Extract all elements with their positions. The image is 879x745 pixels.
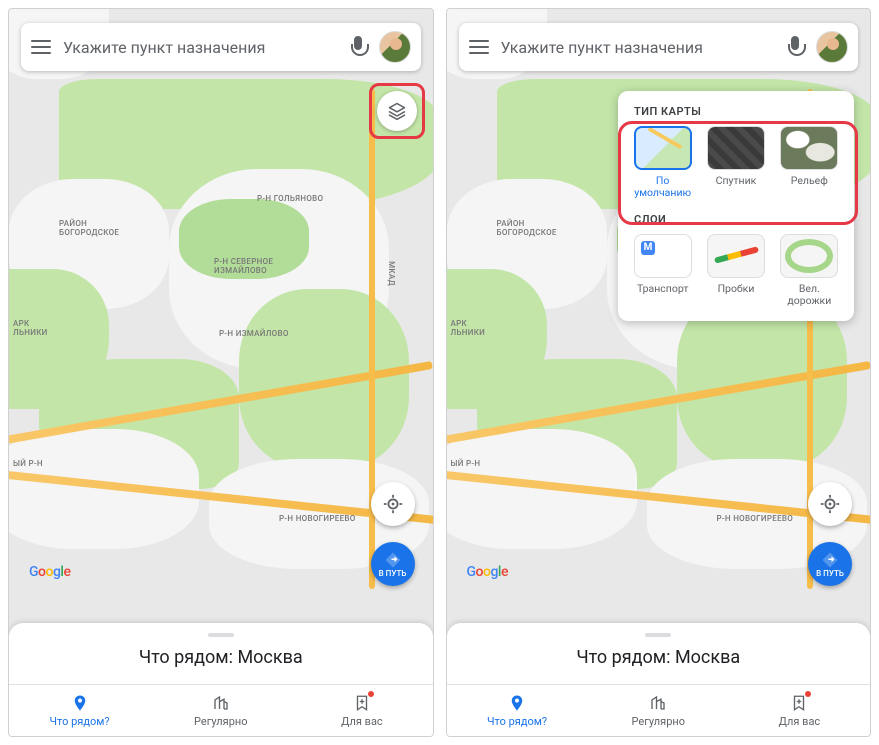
map-label: АРК ЛЬНИКИ	[451, 319, 486, 337]
crosshair-icon	[819, 493, 841, 515]
drag-handle-icon[interactable]	[645, 633, 671, 637]
map-type-heading: ТИП КАРТЫ	[634, 105, 842, 118]
bottom-nav: Что рядом? Регулярно Для вас	[9, 684, 433, 736]
crosshair-icon	[382, 493, 404, 515]
layer-traffic[interactable]: Пробки	[703, 234, 768, 307]
explore-sheet[interactable]: Что рядом: Москва	[9, 623, 433, 686]
nav-commute[interactable]: Регулярно	[150, 685, 291, 736]
layer-transit[interactable]: Транспорт	[630, 234, 695, 307]
directions-button[interactable]: В ПУТЬ	[371, 542, 415, 586]
map-label: Р-Н ГОЛЬЯНОВО	[257, 194, 323, 203]
notification-dot-icon	[805, 691, 811, 697]
map-label: ЫЙ Р-Н	[13, 459, 43, 468]
layers-icon	[387, 101, 407, 121]
tile-label: Транспорт	[637, 283, 688, 295]
sheet-title: Что рядом: Москва	[447, 647, 871, 668]
nav-explore[interactable]: Что рядом?	[9, 685, 150, 736]
phone-screen-left: РАЙОН БОГОРОДСКОЕ Р-Н ГОЛЬЯНОВО Р-Н СЕВЕ…	[8, 8, 434, 737]
map-label: Р-Н ИЗМАЙЛОВО	[219, 329, 289, 338]
pin-icon	[70, 693, 90, 713]
map-type-thumb-icon	[707, 126, 765, 170]
buildings-icon	[211, 693, 231, 713]
nav-label: Регулярно	[632, 715, 686, 728]
directions-button[interactable]: В ПУТЬ	[808, 542, 852, 586]
nav-label: Что рядом?	[487, 715, 547, 728]
my-location-button[interactable]	[808, 482, 852, 526]
phone-screen-right: РАЙОН БОГОРОДСКОЕ Р-Н НОВОГИРЕЕВО АРК ЛЬ…	[446, 8, 872, 737]
tile-label: Пробки	[718, 283, 755, 295]
bottom-nav: Что рядом? Регулярно Для вас	[447, 684, 871, 736]
map-type-satellite[interactable]: Спутник	[703, 126, 768, 199]
profile-avatar[interactable]	[816, 31, 848, 63]
layers-row: Транспорт Пробки Вел. дорожки	[630, 234, 842, 307]
map-label: МКАД	[387, 261, 396, 286]
voice-search-icon[interactable]	[786, 36, 804, 58]
map-label: Р-Н НОВОГИРЕЕВО	[717, 514, 794, 523]
search-bar[interactable]: Укажите пункт назначения	[21, 23, 421, 71]
map-label: Р-Н НОВОГИРЕЕВО	[279, 514, 356, 523]
voice-search-icon[interactable]	[349, 36, 367, 58]
tile-label: Рельеф	[791, 175, 828, 187]
map-type-terrain[interactable]: Рельеф	[777, 126, 842, 199]
map-type-thumb-icon	[634, 126, 692, 170]
pin-icon	[507, 693, 527, 713]
nav-explore[interactable]: Что рядом?	[447, 685, 588, 736]
nav-label: Что рядом?	[50, 715, 110, 728]
google-logo: Google	[29, 564, 70, 580]
google-logo: Google	[467, 564, 508, 580]
foryou-icon	[789, 693, 809, 713]
nav-commute[interactable]: Регулярно	[588, 685, 729, 736]
go-label: В ПУТЬ	[816, 569, 844, 578]
directions-icon	[384, 551, 402, 569]
search-placeholder: Укажите пункт назначения	[63, 38, 337, 57]
layer-thumb-icon	[634, 234, 692, 278]
tile-label: Вел. дорожки	[787, 283, 831, 307]
nav-label: Для вас	[341, 715, 383, 728]
layer-bike[interactable]: Вел. дорожки	[777, 234, 842, 307]
map-label: ЫЙ Р-Н	[451, 459, 481, 468]
layer-thumb-icon	[707, 234, 765, 278]
nav-label: Для вас	[779, 715, 821, 728]
layers-panel: ТИП КАРТЫ По умолчанию Спутник Рельеф СЛ…	[618, 91, 854, 321]
menu-icon[interactable]	[469, 40, 489, 54]
map-label: РАЙОН БОГОРОДСКОЕ	[497, 219, 557, 237]
layers-button[interactable]	[377, 91, 417, 131]
tile-label: Спутник	[716, 175, 757, 187]
tile-label: По умолчанию	[634, 175, 691, 199]
map-type-default[interactable]: По умолчанию	[630, 126, 695, 199]
layers-heading: СЛОИ	[634, 213, 842, 226]
map-label: Р-Н СЕВЕРНОЕ ИЗМАЙЛОВО	[214, 257, 273, 275]
map-label: РАЙОН БОГОРОДСКОЕ	[59, 219, 119, 237]
buildings-icon	[648, 693, 668, 713]
drag-handle-icon[interactable]	[208, 633, 234, 637]
map-label: АРК ЛЬНИКИ	[13, 319, 48, 337]
search-placeholder: Укажите пункт назначения	[501, 38, 775, 57]
map-type-thumb-icon	[780, 126, 838, 170]
foryou-icon	[352, 693, 372, 713]
directions-icon	[821, 551, 839, 569]
nav-foryou[interactable]: Для вас	[729, 685, 870, 736]
menu-icon[interactable]	[31, 40, 51, 54]
my-location-button[interactable]	[371, 482, 415, 526]
nav-foryou[interactable]: Для вас	[291, 685, 432, 736]
search-bar[interactable]: Укажите пункт назначения	[459, 23, 859, 71]
nav-label: Регулярно	[194, 715, 248, 728]
profile-avatar[interactable]	[379, 31, 411, 63]
go-label: В ПУТЬ	[379, 569, 407, 578]
sheet-title: Что рядом: Москва	[9, 647, 433, 668]
notification-dot-icon	[368, 691, 374, 697]
layer-thumb-icon	[780, 234, 838, 278]
explore-sheet[interactable]: Что рядом: Москва	[447, 623, 871, 686]
map-type-row: По умолчанию Спутник Рельеф	[630, 126, 842, 199]
